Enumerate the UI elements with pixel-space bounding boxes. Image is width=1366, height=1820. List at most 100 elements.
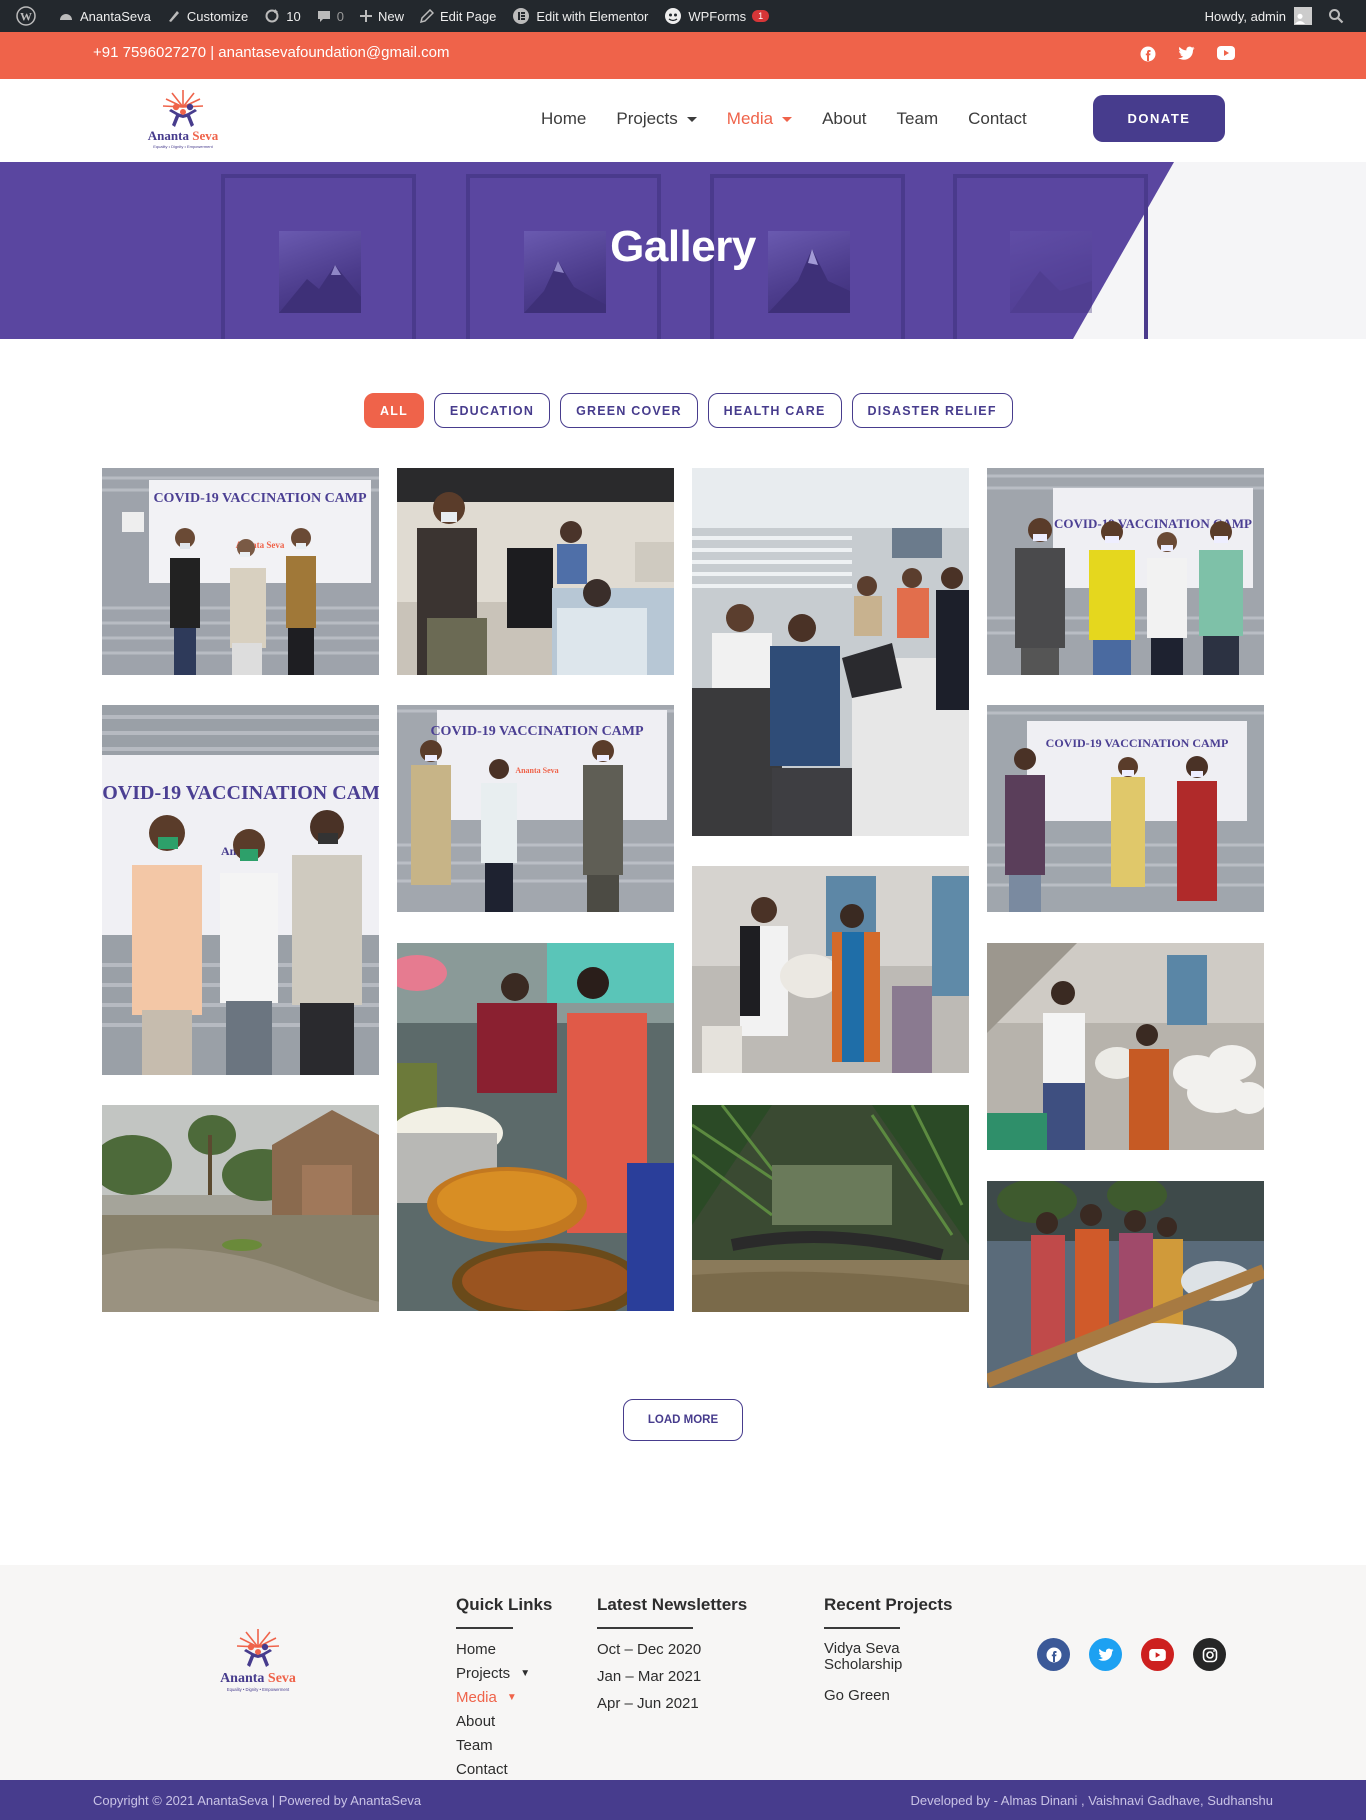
footer-link-home[interactable]: Home: [456, 1641, 552, 1658]
admin-updates-link[interactable]: 10: [256, 0, 308, 32]
admin-edit-page-link[interactable]: Edit Page: [412, 0, 504, 32]
newsletter-link[interactable]: Apr – Jun 2021: [597, 1695, 747, 1712]
gallery-photo-relief-handover[interactable]: [692, 866, 969, 1073]
chevron-down-icon: [686, 116, 697, 122]
youtube-icon[interactable]: [1217, 46, 1235, 60]
gallery-photo-vaccination-camp[interactable]: COVID-19 VACCINATION CAMP Ananta: [102, 705, 379, 1075]
footer-link-team[interactable]: Team: [456, 1737, 552, 1754]
footer-link-label: Media: [456, 1689, 497, 1706]
gallery-photo-registration-desk[interactable]: [692, 468, 969, 836]
nav-item-label: Projects: [616, 109, 678, 128]
load-more-button[interactable]: LOAD MORE: [623, 1399, 743, 1441]
brush-icon: [168, 11, 179, 22]
gallery-photo-flooded-river[interactable]: [692, 1105, 969, 1312]
nav-item-label: Team: [896, 109, 939, 128]
nav-item-label: Home: [541, 109, 587, 128]
footer-link-projects[interactable]: Projects ▼: [456, 1665, 552, 1682]
footer-link-contact[interactable]: Contact: [456, 1761, 552, 1778]
gallery-photo-relief-distribution[interactable]: [987, 1181, 1264, 1388]
svg-text:Ananta Seva: Ananta Seva: [515, 766, 558, 775]
admin-wpforms-badge: 1: [752, 10, 770, 22]
nav-item-label: Contact: [968, 109, 1027, 128]
filter-green-cover[interactable]: GREEN COVER: [560, 393, 698, 428]
elementor-icon: [513, 8, 530, 24]
filter-health-care[interactable]: HEALTH CARE: [707, 393, 842, 428]
chevron-down-icon: ▼: [506, 1692, 517, 1703]
gallery-photo-vaccination-jab[interactable]: [397, 468, 674, 675]
footer-newsletters: Latest Newsletters Oct – Dec 2020 Jan – …: [597, 1595, 747, 1722]
footer-link-label: Team: [456, 1737, 493, 1754]
admin-wpforms-link[interactable]: WPForms 1: [656, 0, 777, 32]
project-link[interactable]: Vidya Seva Scholarship: [824, 1641, 953, 1673]
gallery-photo-vaccination-camp[interactable]: COVID-19 VACCINATION CAMP: [987, 705, 1264, 912]
search-icon: [1329, 9, 1344, 24]
youtube-icon[interactable]: [1141, 1638, 1174, 1671]
newsletter-link[interactable]: Jan – Mar 2021: [597, 1668, 747, 1685]
wordpress-logo-icon[interactable]: W: [8, 0, 50, 32]
gallery-photo-flood-village[interactable]: [102, 1105, 379, 1312]
footer-link-about[interactable]: About: [456, 1713, 552, 1730]
nav-item-team[interactable]: Team: [897, 109, 939, 129]
svg-text:Equality • Dignity • Empowerme: Equality • Dignity • Empowerment: [153, 144, 213, 149]
svg-text:COVID-19 VACCINATION CAMP: COVID-19 VACCINATION CAMP: [430, 724, 644, 739]
admin-new-link[interactable]: New: [352, 0, 412, 32]
footer-link-label: Home: [456, 1641, 497, 1658]
main-nav: Home Projects Media About Team Contact: [541, 109, 1057, 129]
facebook-icon[interactable]: [1140, 46, 1156, 62]
svg-text:Ananta Seva: Ananta Seva: [220, 1671, 296, 1686]
dashboard-icon: [60, 14, 72, 20]
svg-text:Ananta Seva: Ananta Seva: [148, 128, 219, 143]
admin-comments-link[interactable]: 0: [309, 0, 352, 32]
updates-icon: [265, 9, 279, 23]
filter-education[interactable]: EDUCATION: [433, 393, 551, 428]
donate-button[interactable]: DONATE: [1093, 95, 1225, 142]
nav-item-about[interactable]: About: [822, 109, 866, 129]
page-hero: Gallery: [0, 162, 1366, 339]
admin-site-link[interactable]: AnantaSeva: [50, 0, 159, 32]
nav-item-media[interactable]: Media: [727, 109, 793, 129]
gallery-photo-relief-handover[interactable]: [987, 943, 1264, 1150]
admin-customize-link[interactable]: Customize: [159, 0, 256, 32]
admin-edit-page-label: Edit Page: [439, 8, 497, 24]
copyright-bar: Copyright © 2021 AnantaSeva | Powered by…: [0, 1780, 1366, 1820]
admin-elementor-label: Edit with Elementor: [536, 8, 649, 24]
nav-item-home[interactable]: Home: [541, 109, 586, 129]
footer-link-label: Contact: [456, 1761, 508, 1778]
facebook-icon[interactable]: [1037, 1638, 1070, 1671]
footer-recent-projects: Recent Projects Vidya Seva Scholarship G…: [824, 1595, 953, 1711]
admin-elementor-link[interactable]: Edit with Elementor: [504, 0, 656, 32]
pencil-icon: [419, 9, 434, 23]
developer-credit: Developed by - Almas Dinani , Vaishnavi …: [910, 1793, 1273, 1808]
gallery-photo-vaccination-camp[interactable]: COVID-19 VACCINATION CAMP Ananta Seva: [397, 705, 674, 912]
gallery-filters: ALL EDUCATION GREEN COVER HEALTH CARE DISAST…: [364, 393, 1013, 428]
filter-disaster-relief[interactable]: DISASTER RELIEF: [851, 393, 1013, 428]
footer-newsletters-heading: Latest Newsletters: [597, 1595, 748, 1614]
site-logo[interactable]: Ananta Seva Equality • Dignity • Empower…: [138, 87, 228, 153]
svg-text:W: W: [20, 10, 32, 24]
footer-divider: [597, 1627, 693, 1629]
admin-search-button[interactable]: [1320, 0, 1358, 32]
instagram-icon[interactable]: [1193, 1638, 1226, 1671]
admin-wpforms-label: WPForms: [688, 8, 747, 24]
gallery-photo-food-serving[interactable]: [397, 943, 674, 1311]
project-link[interactable]: Go Green: [824, 1687, 953, 1704]
gallery-photo-vaccination-camp[interactable]: COVID-19 VACCINATION CAMP Ananta Seva: [102, 468, 379, 675]
footer-link-media[interactable]: Media ▼: [456, 1689, 552, 1706]
admin-account-menu[interactable]: Howdy, admin: [1197, 0, 1320, 32]
filter-all[interactable]: ALL: [364, 393, 424, 428]
twitter-icon[interactable]: [1178, 46, 1195, 61]
twitter-icon[interactable]: [1089, 1638, 1122, 1671]
admin-site-name: AnantaSeva: [80, 8, 151, 24]
newsletter-link[interactable]: Oct – Dec 2020: [597, 1641, 747, 1658]
site-header: Ananta Seva Equality • Dignity • Empower…: [0, 79, 1366, 162]
gallery-photo-vaccination-camp[interactable]: COVID-19 VACCINATION CAMP: [987, 468, 1264, 675]
footer-divider: [824, 1627, 900, 1629]
top-contact-bar: +91 7596027270 | anantasevafoundation@gm…: [0, 32, 1366, 79]
nav-item-label: About: [822, 109, 867, 128]
admin-customize-label: Customize: [186, 8, 249, 24]
page-title: Gallery: [610, 222, 756, 271]
nav-item-projects[interactable]: Projects: [616, 109, 697, 129]
wp-admin-bar: W AnantaSeva Customize 10 0 New Edit Pag…: [0, 0, 1366, 32]
nav-item-contact[interactable]: Contact: [968, 109, 1027, 129]
footer-logo[interactable]: Ananta Seva Equality • Dignity • Empower…: [208, 1625, 308, 1697]
